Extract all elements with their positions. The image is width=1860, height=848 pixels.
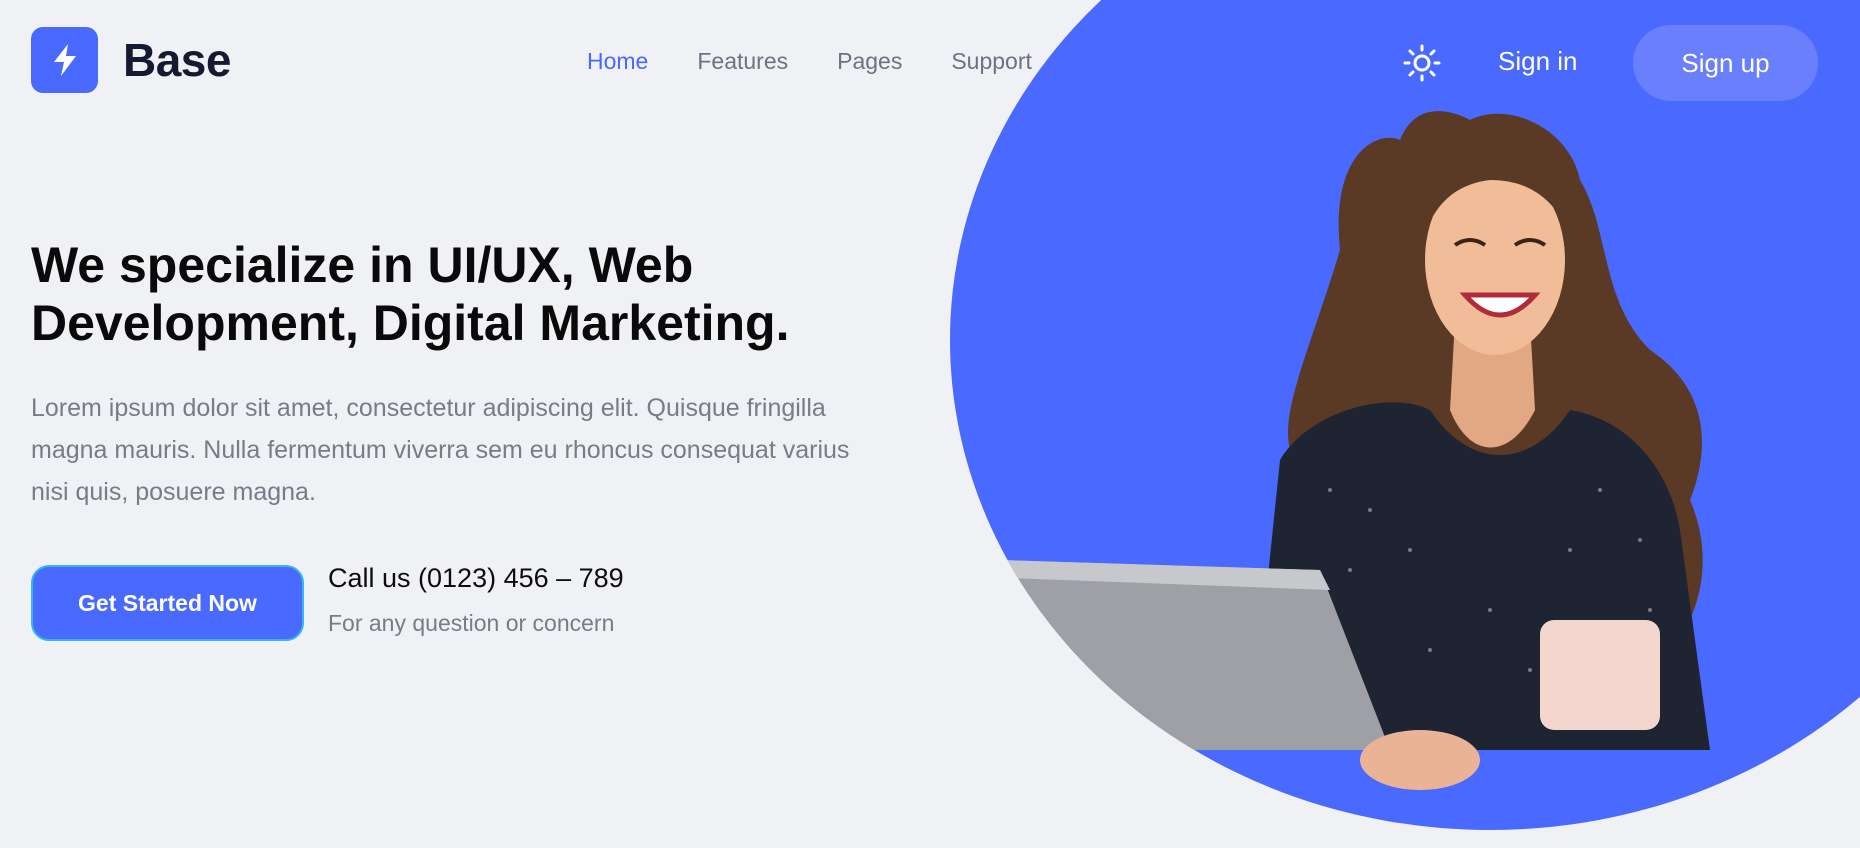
theme-toggle-button[interactable] (1402, 43, 1442, 83)
nav-features[interactable]: Features (697, 48, 788, 75)
lightning-icon (53, 44, 76, 76)
hero-headline: We specialize in UI/UX, Web Development,… (31, 236, 931, 352)
hero-description-line-3: nisi quis, posuere magna. (31, 478, 316, 506)
brand-logo[interactable]: Base (31, 27, 231, 93)
nav-pages[interactable]: Pages (837, 48, 902, 75)
nav-home[interactable]: Home (587, 48, 648, 75)
site-header: Base Home Features Pages Support Sign in… (0, 0, 1860, 130)
brand-name: Base (123, 34, 231, 86)
sign-in-link[interactable]: Sign in (1498, 46, 1578, 77)
nav-support[interactable]: Support (951, 48, 1032, 75)
main-nav: Home Features Pages Support (587, 48, 1032, 75)
hero-headline-line-1: We specialize in UI/UX, Web (31, 237, 694, 293)
call-us-text: Call us (0123) 456 – 789 (328, 563, 624, 593)
sign-up-button[interactable]: Sign up (1633, 25, 1818, 101)
call-us-subtext: For any question or concern (328, 610, 615, 636)
hero-description: Lorem ipsum dolor sit amet, consectetur … (31, 387, 911, 513)
logo-mark (31, 27, 98, 93)
hero-description-line-1: Lorem ipsum dolor sit amet, consectetur … (31, 394, 826, 422)
hero-description-line-2: magna mauris. Nulla fermentum viverra se… (31, 436, 850, 464)
sun-icon (1403, 44, 1441, 82)
landing-page: Base Home Features Pages Support Sign in… (0, 0, 1860, 848)
get-started-button[interactable]: Get Started Now (31, 565, 304, 641)
hero-headline-line-2: Development, Digital Marketing. (31, 295, 790, 351)
